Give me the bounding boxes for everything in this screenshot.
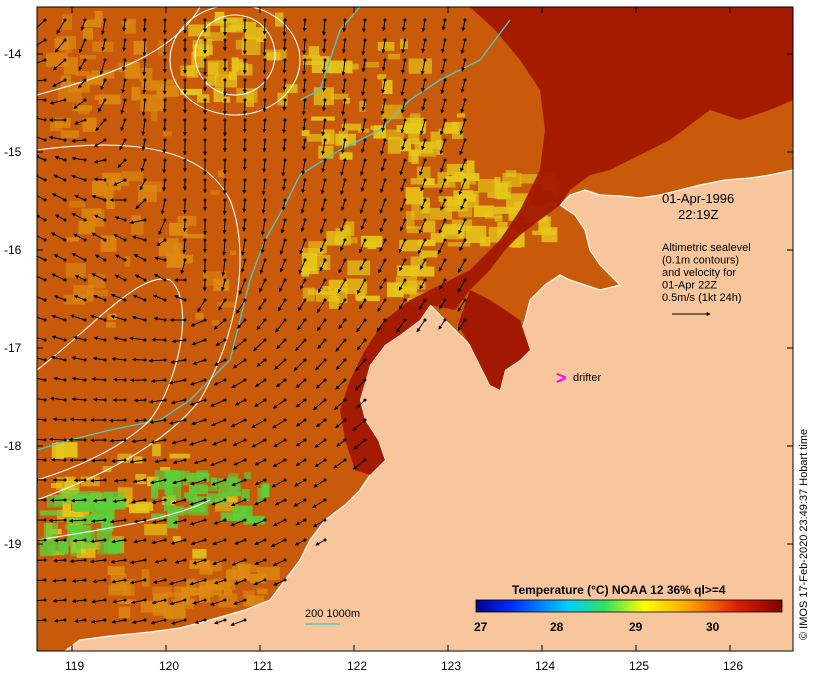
map-time: 22:19Z [678, 207, 719, 222]
colorbar [475, 599, 783, 613]
y-tick-label: -17 [4, 341, 22, 355]
drifter-label: drifter [573, 372, 601, 384]
y-tick-label: -18 [4, 439, 22, 453]
x-tick-label: 121 [253, 659, 273, 673]
x-tick-label: 125 [629, 659, 649, 673]
y-tick-label: -15 [4, 145, 22, 159]
colorbar-tick-label: 30 [706, 620, 720, 634]
x-tick-label: 123 [441, 659, 461, 673]
sst-map: 119 120 121 122 123 124 125 126 -14 -15 -16 -17 -18… [4, 6, 794, 673]
bathy-label: 200 1000m [305, 608, 360, 620]
legend-line: and velocity for [662, 267, 736, 279]
map-date: 01-Apr-1996 [662, 191, 734, 206]
y-tick-label: -19 [4, 537, 22, 551]
x-tick-label: 124 [535, 659, 555, 673]
x-tick-label: 126 [723, 659, 743, 673]
colorbar-tick-label: 29 [629, 620, 643, 634]
x-tick-label: 119 [65, 659, 84, 673]
legend-line: (0.1m contours) [662, 255, 739, 267]
legend-line: Altimetric sealevel [662, 242, 751, 254]
y-tick-label: -16 [4, 243, 22, 257]
colorbar-tick-label: 28 [550, 620, 564, 634]
legend-line: 01-Apr 22Z [662, 280, 717, 292]
legend-line: 0.5m/s (1kt 24h) [662, 292, 741, 304]
y-tick-label: -14 [4, 47, 22, 61]
x-tick-label: 120 [159, 659, 179, 673]
credit-stamp: © IMOS 17-Feb-2020 23:49:37 Hobart time [798, 428, 810, 640]
x-tick-label: 122 [347, 659, 367, 673]
colorbar-title: Temperature (°C) NOAA 12 36% ql>=4 [512, 583, 726, 597]
drifter-symbol: > [556, 368, 567, 388]
colorbar-tick-label: 27 [474, 620, 488, 634]
